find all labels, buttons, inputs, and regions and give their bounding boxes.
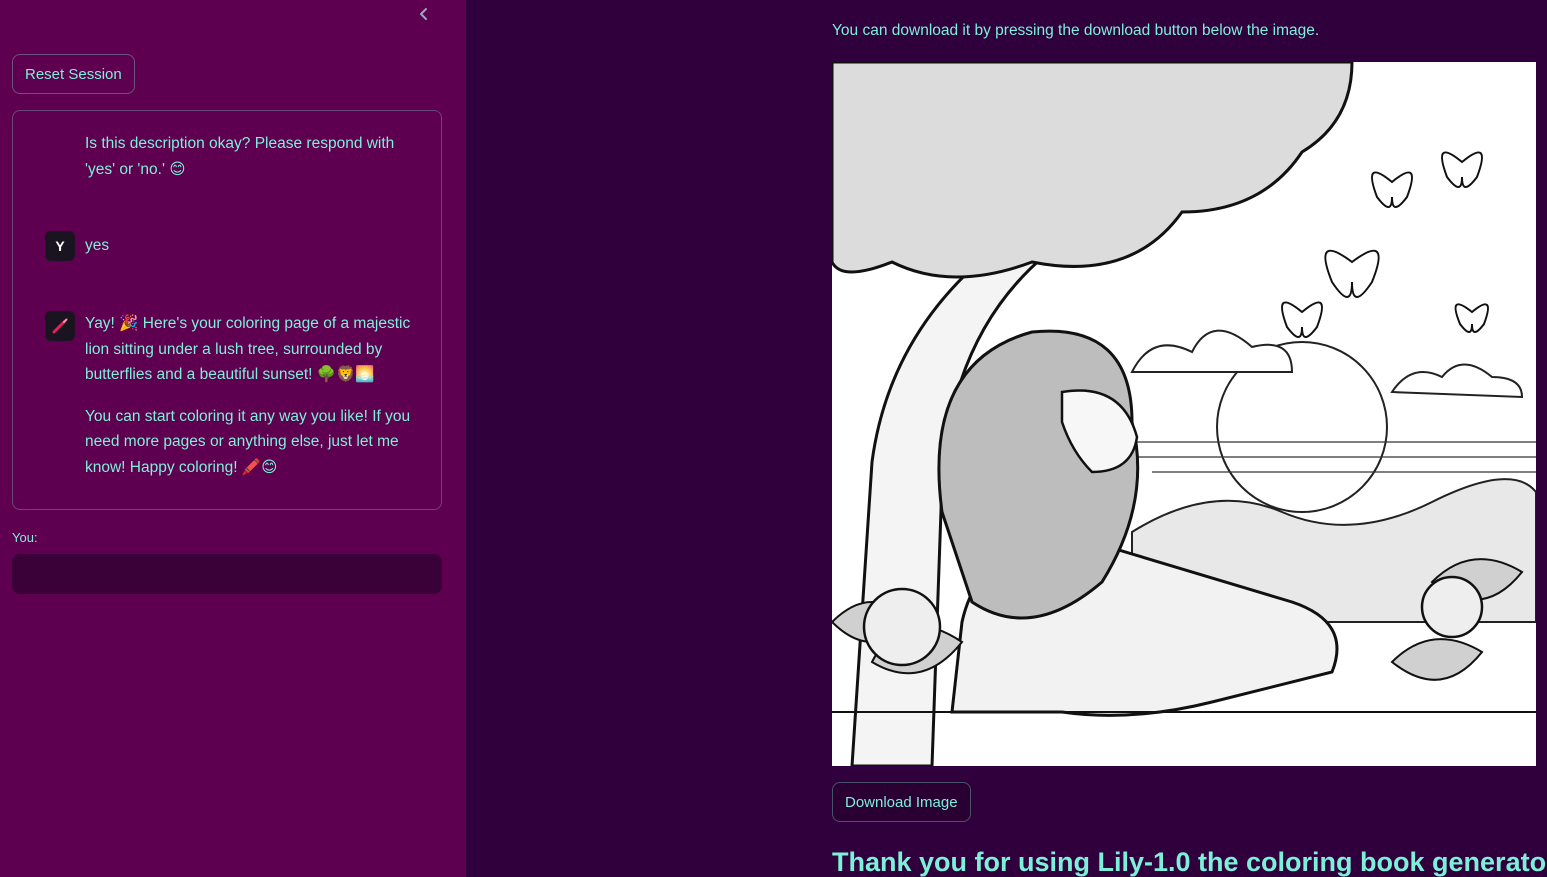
collapse-sidebar-button[interactable] [412, 2, 436, 26]
reset-session-button[interactable]: Reset Session [12, 54, 135, 94]
chat-input-label: You: [12, 530, 38, 545]
message-paragraph: Yay! 🎉 Here's your coloring page of a ma… [85, 315, 411, 383]
chat-input[interactable] [12, 554, 442, 594]
message-paragraph: yes [85, 237, 110, 254]
chat-history: Is this description okay? Please respond… [12, 110, 442, 510]
message-text: yes [85, 231, 415, 259]
chevron-left-icon [420, 8, 427, 20]
message-paragraph: You can start coloring it any way you li… [85, 407, 411, 476]
chat-message-user: Y yes [45, 231, 415, 275]
flower [1420, 575, 1484, 639]
sidebar: Reset Session Is this description okay? … [0, 0, 466, 877]
download-hint-text: You can download it by pressing the down… [832, 22, 1320, 39]
chat-message-assistant: Yay! 🎉 Here's your coloring page of a ma… [45, 311, 415, 496]
assistant-avatar [45, 311, 75, 341]
lion-mane [937, 329, 1140, 620]
crayon-icon [52, 318, 68, 334]
flower [862, 587, 942, 667]
chat-message-assistant: Is this description okay? Please respond… [45, 131, 415, 198]
message-text: Yay! 🎉 Here's your coloring page of a ma… [85, 311, 415, 480]
app-window: Reset Session Is this description okay? … [0, 0, 1547, 877]
message-paragraph: Is this description okay? Please respond… [85, 135, 395, 178]
coloring-page-image [832, 62, 1536, 766]
user-avatar: Y [45, 231, 75, 261]
download-image-button[interactable]: Download Image [832, 782, 971, 822]
lion-coloring-illustration [832, 62, 1536, 766]
thank-you-heading: Thank you for using Lily-1.0 the colorin… [832, 847, 1547, 877]
message-text: Is this description okay? Please respond… [85, 131, 415, 182]
